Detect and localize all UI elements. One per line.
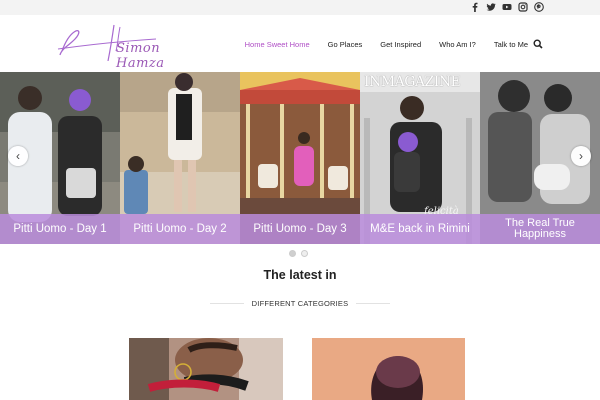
- post-card[interactable]: [129, 338, 283, 400]
- top-social-bar: [0, 0, 600, 15]
- nav-item-go-places[interactable]: Go Places: [328, 40, 363, 49]
- instagram-icon[interactable]: [518, 2, 528, 12]
- post-thumbnail: [129, 338, 283, 400]
- slide-me-back-in-rimini[interactable]: INMAGAZINE felicità M&E back in Rimini: [360, 72, 480, 244]
- slide-caption[interactable]: Pitti Uomo - Day 1: [0, 214, 120, 244]
- chevron-left-icon: ‹: [16, 149, 20, 163]
- pagination-dot-1[interactable]: [289, 250, 296, 257]
- latest-section-subtitle: DIFFERENT CATEGORIES: [251, 298, 349, 308]
- latest-section-title: The latest in: [263, 268, 337, 282]
- nav-item-who-am-i[interactable]: Who Am I?: [439, 40, 476, 49]
- search-icon[interactable]: [533, 39, 543, 49]
- main-navigation: Home Sweet Home Go Places Get Inspired W…: [245, 40, 528, 49]
- nav-item-home-sweet-home[interactable]: Home Sweet Home: [245, 40, 310, 49]
- site-header: Simon Hamza Home Sweet Home Go Places Ge…: [0, 15, 600, 72]
- social-links: [470, 2, 544, 12]
- logo-text: Simon Hamza: [116, 41, 165, 71]
- nav-item-talk-to-me[interactable]: Talk to Me: [494, 40, 528, 49]
- slider-next-button[interactable]: ›: [571, 146, 591, 166]
- latest-section-subtitle-row: DIFFERENT CATEGORIES: [210, 297, 390, 309]
- pagination-dot-2[interactable]: [301, 250, 308, 257]
- youtube-icon[interactable]: [502, 2, 512, 12]
- featured-posts-slider: Pitti Uomo - Day 1 Pitti Uomo - Day 2 Pi…: [0, 72, 600, 244]
- slide-caption[interactable]: The Real True Happiness: [480, 214, 600, 244]
- post-thumbnail: [312, 338, 465, 400]
- slider-prev-button[interactable]: ‹: [8, 146, 28, 166]
- site-logo[interactable]: Simon Hamza: [56, 21, 164, 71]
- slide-pitti-uomo-day-2[interactable]: Pitti Uomo - Day 2: [120, 72, 240, 244]
- slide-caption[interactable]: M&E back in Rimini: [360, 214, 480, 244]
- slide-caption[interactable]: Pitti Uomo - Day 3: [240, 214, 360, 244]
- slide-pitti-uomo-day-3[interactable]: Pitti Uomo - Day 3: [240, 72, 360, 244]
- slide-caption[interactable]: Pitti Uomo - Day 2: [120, 214, 240, 244]
- magazine-title: INMAGAZINE: [364, 74, 461, 90]
- divider-left: [210, 302, 244, 304]
- divider-right: [356, 302, 390, 304]
- twitter-icon[interactable]: [486, 2, 496, 12]
- chevron-right-icon: ›: [579, 149, 583, 163]
- post-card[interactable]: [312, 338, 465, 400]
- pinterest-icon[interactable]: [534, 2, 544, 12]
- facebook-icon[interactable]: [470, 2, 480, 12]
- slider-pagination: [289, 250, 308, 257]
- nav-item-get-inspired[interactable]: Get Inspired: [380, 40, 421, 49]
